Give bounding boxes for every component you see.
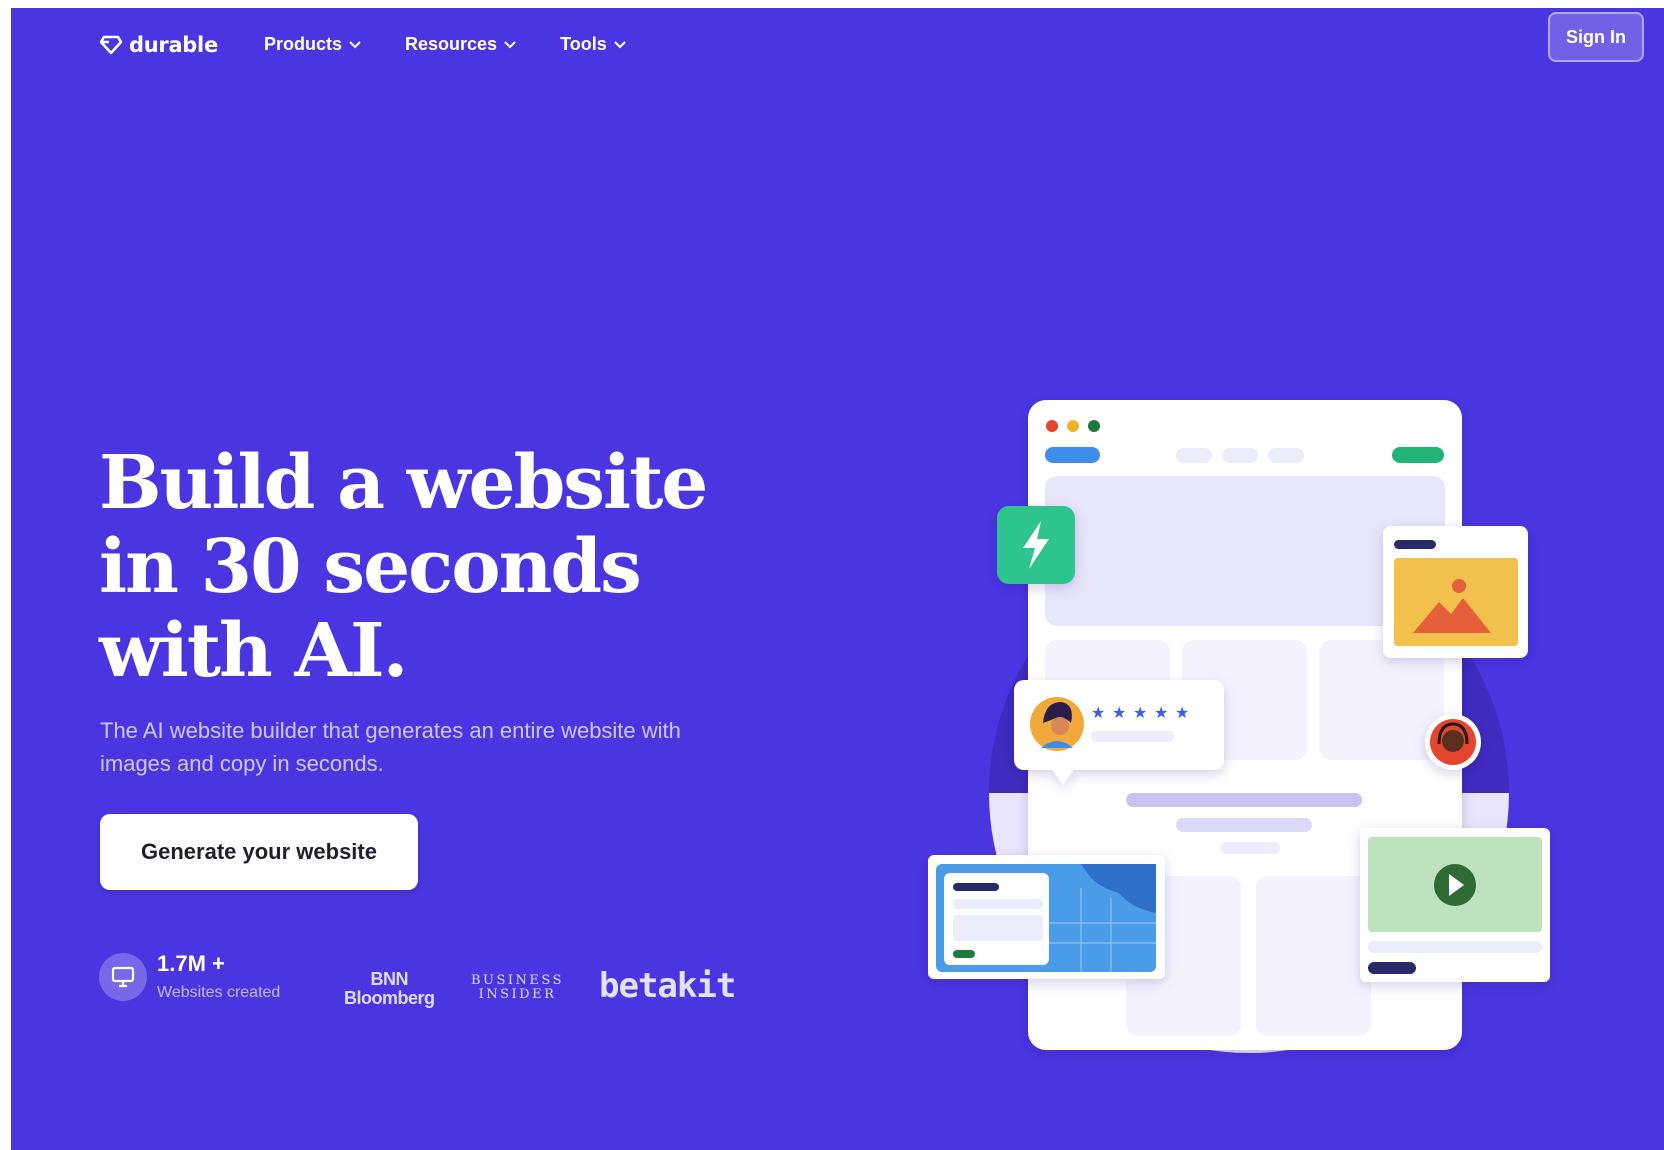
headline-line-3: with AI. (99, 608, 408, 694)
mock-text-line-2 (1176, 818, 1312, 832)
mock-text-line-1 (1126, 793, 1362, 807)
page-title: Build a website in 30 seconds with AI. (99, 441, 739, 693)
nav-products-label: Products (264, 34, 343, 54)
mock-card-3 (1319, 640, 1444, 760)
bnn-logo-line-1: BNN (370, 969, 409, 989)
map-info-line-1 (953, 899, 1043, 909)
nav-resources-label: Resources (405, 34, 498, 54)
bnn-bloomberg-logo: BNN Bloomberg (344, 970, 435, 1008)
play-triangle (1449, 874, 1464, 896)
image-icon (1394, 558, 1518, 646)
nav-tools[interactable]: Tools (560, 34, 626, 55)
bnn-logo-line-2: Bloomberg (344, 988, 435, 1008)
chevron-down-icon (504, 40, 516, 48)
nav-resources[interactable]: Resources (405, 34, 516, 55)
websites-created-count: 1.7M + (157, 951, 225, 976)
star-icon: ★ (1112, 703, 1126, 722)
support-avatar-bg (1430, 719, 1476, 765)
map-land (1081, 864, 1156, 913)
browser-mockup (1028, 400, 1462, 1050)
main-nav: Products Resources Tools (264, 34, 670, 55)
map-roads (1046, 888, 1156, 972)
monitor-icon (99, 953, 147, 1001)
mock-card-2 (1182, 640, 1307, 760)
image-card (1383, 526, 1528, 658)
map-info-title (953, 883, 999, 891)
websites-created-label: Websites created (157, 984, 281, 1001)
star-icon: ★ (1154, 703, 1168, 722)
mock-button-pill (1392, 447, 1444, 463)
video-text-line (1368, 941, 1542, 953)
mock-bottom-card-1 (1126, 876, 1241, 1036)
mock-bottom-card-2 (1256, 876, 1371, 1036)
window-dot-red (1046, 420, 1058, 432)
play-icon (1434, 864, 1476, 906)
image-card-title-line (1394, 540, 1436, 549)
star-icon: ★ (1091, 703, 1105, 722)
chevron-down-icon (349, 40, 361, 48)
hero-section: durable Products Resources Tools Sign In… (11, 8, 1664, 1150)
bi-logo-line-2: INSIDER (478, 987, 557, 1002)
nav-tools-label: Tools (560, 34, 607, 54)
reviewer-hair (1043, 702, 1072, 723)
betakit-logo: betakit (599, 966, 736, 1006)
support-avatar (1425, 714, 1481, 770)
business-insider-logo: BUSINESS INSIDER (471, 974, 564, 1002)
reviewer-avatar (1030, 697, 1084, 751)
mock-nav-pill-2 (1222, 448, 1258, 463)
map-info-tag (953, 950, 975, 958)
reviewer-face (1051, 717, 1069, 735)
map-info-line-2 (953, 915, 1043, 941)
bi-logo-line-1: BUSINESS (471, 973, 564, 988)
review-stars: ★ ★ ★ ★ ★ (1091, 703, 1189, 722)
sign-in-button[interactable]: Sign In (1548, 12, 1644, 62)
diamond-icon (99, 35, 123, 55)
video-tag (1368, 962, 1416, 974)
mock-logo-pill (1045, 447, 1100, 463)
star-icon: ★ (1133, 703, 1147, 722)
map-info-card (944, 873, 1049, 965)
mock-nav-pill-1 (1176, 448, 1212, 463)
generate-website-button[interactable]: Generate your website (100, 814, 418, 890)
map-card (928, 855, 1165, 979)
chevron-down-icon (614, 40, 626, 48)
logo[interactable]: durable (99, 33, 218, 57)
image-sun (1452, 579, 1466, 593)
mock-hero-block (1045, 476, 1445, 626)
video-thumbnail (1368, 837, 1542, 932)
nav-products[interactable]: Products (264, 34, 361, 55)
review-text-line (1091, 731, 1174, 742)
support-avatar-face (1442, 730, 1464, 752)
map-area (936, 864, 1156, 972)
reviewer-body (1041, 741, 1073, 748)
star-icon: ★ (1175, 703, 1189, 722)
image-mountains (1413, 598, 1491, 633)
video-card (1360, 828, 1550, 982)
logo-text: durable (129, 33, 218, 57)
mock-text-line-3 (1220, 842, 1280, 854)
headline-line-2: in 30 seconds (99, 524, 642, 610)
lightning-icon (997, 506, 1075, 584)
mock-card-1 (1045, 640, 1170, 760)
headphones-icon (1437, 722, 1469, 745)
window-dot-yellow (1067, 420, 1079, 432)
review-card (1014, 680, 1224, 785)
illustration-backdrop-circle (989, 533, 1509, 1053)
hero-subheading: The AI website builder that generates an… (100, 718, 681, 776)
window-dot-green (1088, 420, 1100, 432)
headline-line-1: Build a website (99, 440, 708, 526)
illustration-circle-highlight (989, 793, 1509, 1053)
mock-nav-pill-3 (1268, 448, 1304, 463)
